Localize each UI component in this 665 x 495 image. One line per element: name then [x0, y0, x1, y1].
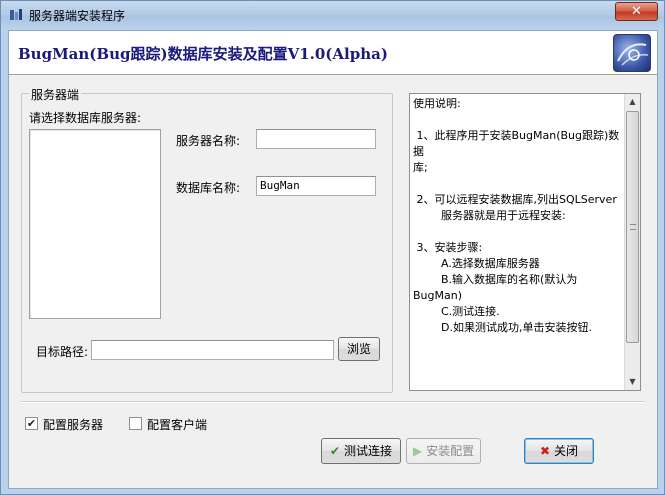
server-name-input[interactable] [256, 129, 376, 149]
db-name-label: 数据库名称: [176, 181, 241, 195]
db-name-input[interactable]: BugMan [256, 176, 376, 196]
server-group-caption: 服务器端 [29, 86, 82, 103]
memo-scrollbar[interactable]: ▲ ▼ [624, 94, 640, 390]
close-label: 关闭 [554, 444, 579, 458]
logo-icon [613, 34, 651, 72]
test-connection-button[interactable]: ✔ 测试连接 [321, 438, 401, 464]
app-icon [10, 9, 22, 20]
installer-window: 服务器端安装程序 ✕ BugMan(Bug跟踪)数据库安装及配置V1.0(Alp… [0, 0, 665, 495]
client-area: BugMan(Bug跟踪)数据库安装及配置V1.0(Alpha) 服务器端 请选… [8, 30, 658, 489]
divider [21, 401, 645, 403]
server-listbox[interactable] [29, 129, 161, 319]
play-icon: ▶ [412, 444, 423, 458]
config-server-checkbox[interactable]: ✔ [25, 417, 38, 430]
close-icon: ✖ [539, 444, 551, 458]
config-client-label: 配置客户端 [147, 418, 208, 432]
checkmark-icon: ✔ [26, 417, 37, 430]
install-config-button[interactable]: ▶ 安装配置 [406, 438, 481, 464]
server-name-label: 服务器名称: [176, 134, 241, 148]
close-button[interactable]: ✖ 关闭 [524, 438, 594, 464]
target-path-input[interactable] [91, 340, 334, 360]
window-title: 服务器端安装程序 [29, 9, 126, 23]
target-path-label: 目标路径: [36, 345, 89, 359]
scroll-up-icon[interactable]: ▲ [625, 94, 640, 110]
scroll-down-icon[interactable]: ▼ [625, 374, 640, 390]
scroll-thumb[interactable] [626, 111, 639, 343]
install-config-label: 安装配置 [426, 444, 475, 458]
grip-icon [630, 224, 636, 230]
page-title: BugMan(Bug跟踪)数据库安装及配置V1.0(Alpha) [18, 45, 388, 63]
title-bar[interactable]: 服务器端安装程序 ✕ [1, 1, 664, 30]
config-client-checkbox[interactable] [129, 417, 142, 430]
instructions-memo[interactable]: 使用说明: 1、此程序用于安装BugMan(Bug跟踪)数 据 库; 2、可以远… [409, 93, 641, 391]
test-connection-label: 测试连接 [344, 444, 393, 458]
browse-button[interactable]: 浏览 [338, 337, 380, 361]
instructions-text: 使用说明: 1、此程序用于安装BugMan(Bug跟踪)数 据 库; 2、可以远… [413, 97, 620, 334]
header-banner: BugMan(Bug跟踪)数据库安装及配置V1.0(Alpha) [9, 31, 657, 75]
window-close-button[interactable]: ✕ [615, 2, 658, 21]
check-icon: ✔ [329, 444, 341, 458]
select-server-label: 请选择数据库服务器: [29, 111, 142, 125]
config-server-label: 配置服务器 [43, 418, 104, 432]
